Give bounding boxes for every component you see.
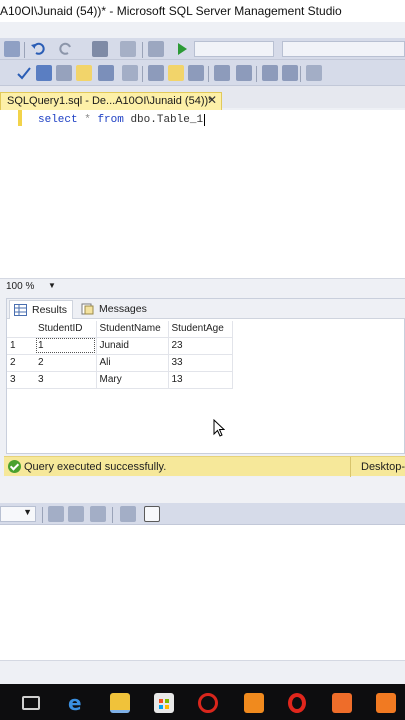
- column-header[interactable]: StudentID: [35, 321, 97, 338]
- include-plan-icon[interactable]: [122, 65, 138, 81]
- debug-icon[interactable]: [148, 41, 164, 57]
- tab-label: SQLQuery1.sql - De...A10OI\Junaid (54))*: [7, 95, 213, 107]
- indent-icon[interactable]: [262, 65, 278, 81]
- text-caret: [204, 114, 206, 126]
- messages-icon: [81, 303, 94, 315]
- undo-icon[interactable]: [30, 41, 46, 57]
- standard-toolbar: [0, 38, 405, 60]
- row-number[interactable]: 3: [7, 371, 35, 389]
- display-plan-icon[interactable]: [98, 65, 114, 81]
- query-text[interactable]: select * from dbo.Table_1: [38, 114, 206, 126]
- star-operator: *: [84, 114, 91, 126]
- grid-header-row: StudentID StudentName StudentAge: [7, 321, 233, 338]
- grid-cell[interactable]: 3: [35, 371, 97, 389]
- tab-messages[interactable]: Messages: [77, 300, 147, 319]
- categorized-icon[interactable]: [48, 506, 64, 522]
- check-icon[interactable]: [16, 65, 32, 81]
- new-window-icon[interactable]: [92, 41, 108, 57]
- table-row[interactable]: 1 1 Junaid 23: [7, 337, 233, 355]
- panel-header: [0, 477, 405, 503]
- svg-text:e: e: [68, 693, 82, 713]
- uncomment-icon[interactable]: [236, 65, 252, 81]
- results-pane: Results Messages StudentID StudentName S…: [6, 298, 405, 454]
- results-grid[interactable]: StudentID StudentName StudentAge 1 1 Jun…: [7, 321, 233, 389]
- sublime-icon[interactable]: [244, 693, 264, 713]
- grid-cell[interactable]: Ali: [96, 354, 169, 372]
- store-icon[interactable]: [154, 693, 174, 713]
- success-check-icon: [8, 460, 21, 473]
- tab-messages-label: Messages: [99, 303, 147, 315]
- column-header[interactable]: StudentName: [96, 321, 169, 338]
- execute-icon[interactable]: [174, 41, 190, 57]
- window-title-bar: A10OI\Junaid (54))* - Microsoft SQL Serv…: [0, 0, 405, 22]
- grid-cell[interactable]: 33: [168, 354, 233, 372]
- keyword-select: select: [38, 114, 78, 126]
- property-pages-icon[interactable]: [144, 506, 160, 522]
- specify-values-icon[interactable]: [306, 65, 322, 81]
- column-header[interactable]: StudentAge: [168, 321, 233, 338]
- parse-icon[interactable]: [36, 65, 52, 81]
- results-to-file-icon[interactable]: [188, 65, 204, 81]
- alphabetical-icon[interactable]: [68, 506, 84, 522]
- window-title: A10OI\Junaid (54))* - Microsoft SQL Serv…: [0, 4, 342, 18]
- row-number-header: [7, 321, 35, 338]
- status-message: Query executed successfully.: [24, 461, 167, 473]
- windows-taskbar: e: [0, 684, 405, 720]
- task-view-icon[interactable]: [22, 696, 40, 710]
- events-icon[interactable]: [120, 506, 136, 522]
- query-options-icon[interactable]: [56, 65, 72, 81]
- table-row[interactable]: 2 2 Ali 33: [7, 354, 233, 372]
- zoom-selector[interactable]: 100 % ▼: [6, 281, 56, 293]
- tab-results[interactable]: Results: [9, 300, 73, 319]
- properties-toolbar: ▼: [0, 503, 405, 525]
- close-icon[interactable]: ✕: [207, 93, 217, 107]
- opera-icon[interactable]: [288, 693, 306, 713]
- zoom-value: 100 %: [6, 281, 35, 292]
- app-icon[interactable]: [332, 693, 352, 713]
- properties-panel: [0, 525, 405, 660]
- comment-icon[interactable]: [214, 65, 230, 81]
- cut-icon[interactable]: [4, 41, 20, 57]
- tab-results-label: Results: [32, 304, 68, 316]
- grid-cell[interactable]: 2: [35, 354, 97, 372]
- sql-editor-toolbar: [0, 60, 405, 86]
- table-name: dbo.Table_1: [130, 114, 204, 126]
- intellisense-icon[interactable]: [76, 65, 92, 81]
- grid-cell[interactable]: 13: [168, 371, 233, 389]
- grid-cell[interactable]: Mary: [96, 371, 169, 389]
- query-editor[interactable]: select * from dbo.Table_1: [0, 110, 405, 278]
- outdent-icon[interactable]: [282, 65, 298, 81]
- chevron-down-icon: ▼: [23, 507, 32, 517]
- grid-cell[interactable]: Junaid: [96, 337, 169, 355]
- edge-icon[interactable]: e: [66, 691, 86, 715]
- properties-icon[interactable]: [90, 506, 106, 522]
- results-tab-strip: Results Messages: [7, 299, 405, 319]
- zoom-bar: 100 % ▼: [0, 278, 405, 294]
- open-icon[interactable]: [120, 41, 136, 57]
- keyword-from: from: [97, 114, 124, 126]
- xampp-icon[interactable]: [376, 693, 396, 713]
- grid-cell[interactable]: 23: [168, 337, 233, 355]
- redo-icon[interactable]: [58, 41, 74, 57]
- browser-icon[interactable]: [198, 693, 218, 713]
- tab-sqlquery1[interactable]: SQLQuery1.sql - De...A10OI\Junaid (54))*…: [0, 92, 222, 110]
- solution-config-selector[interactable]: [282, 41, 405, 57]
- grid-cell[interactable]: 1: [35, 337, 97, 355]
- table-row[interactable]: 3 3 Mary 13: [7, 371, 233, 389]
- row-number[interactable]: 2: [7, 354, 35, 372]
- file-explorer-icon[interactable]: [110, 693, 130, 713]
- chevron-down-icon: ▼: [48, 281, 56, 290]
- change-marker: [18, 110, 22, 126]
- mouse-pointer-icon: [213, 418, 226, 440]
- object-selector[interactable]: ▼: [0, 506, 36, 522]
- bottom-strip: [0, 660, 405, 684]
- server-name: Desktop-I: [350, 457, 405, 477]
- grid-icon: [14, 304, 27, 316]
- results-to-text-icon[interactable]: [148, 65, 164, 81]
- row-number[interactable]: 1: [7, 337, 35, 355]
- results-to-grid-icon[interactable]: [168, 65, 184, 81]
- query-status-bar: Query executed successfully. Desktop-I: [4, 456, 405, 477]
- database-selector[interactable]: [194, 41, 274, 57]
